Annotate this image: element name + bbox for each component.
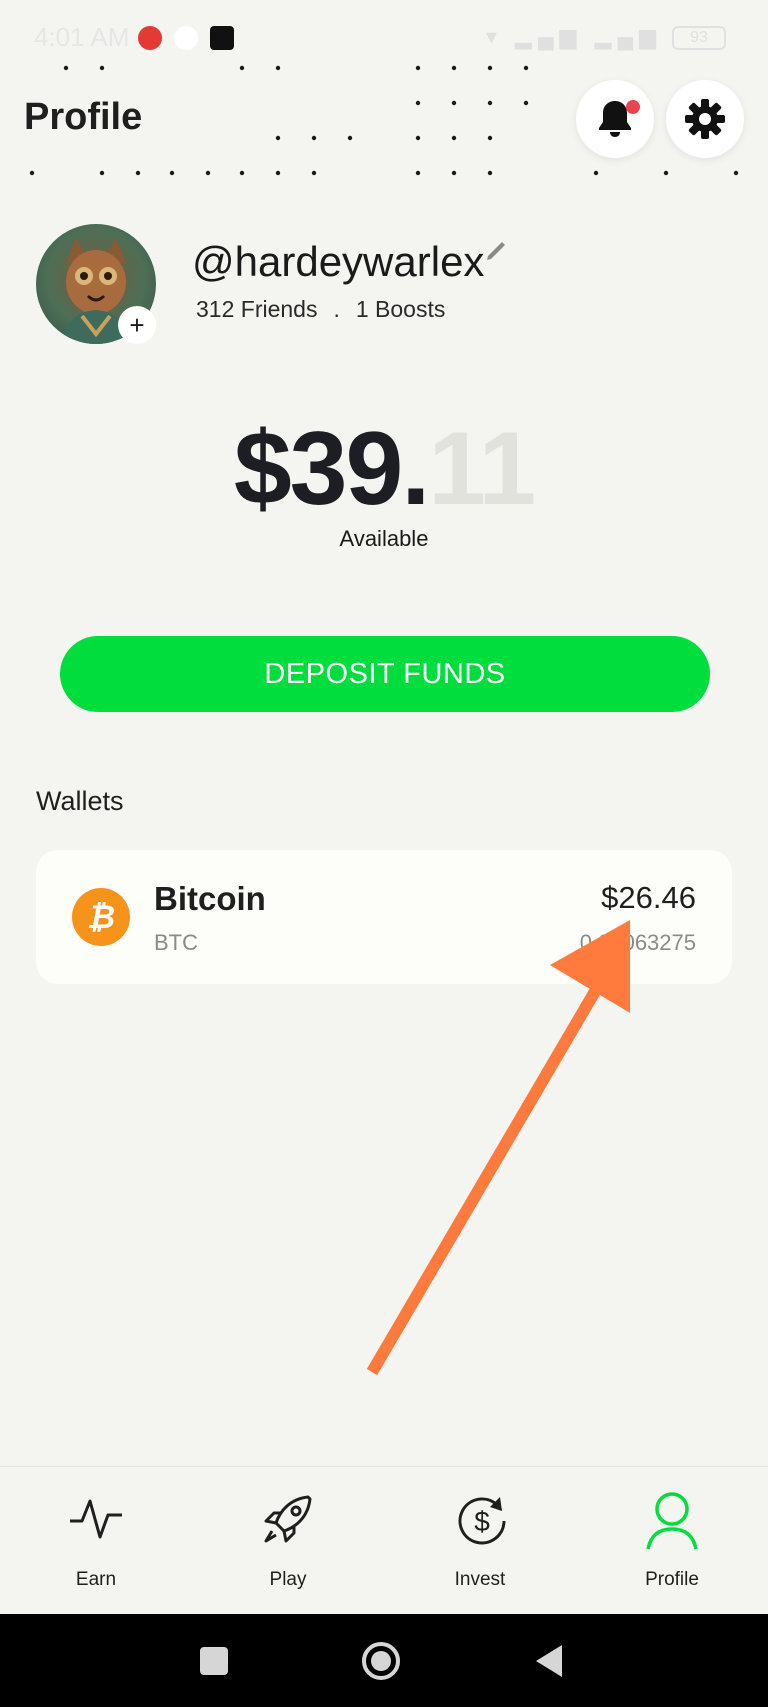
boosts-count[interactable]: 1 Boosts	[356, 296, 446, 323]
nav-play[interactable]: Play	[218, 1467, 358, 1615]
nav-label: Profile	[645, 1569, 699, 1590]
username: @hardeywarlex	[192, 238, 485, 285]
system-nav-bar	[0, 1614, 768, 1707]
activity-icon	[70, 1499, 122, 1539]
status-bar: 4:01 AM ▾ ▂▄▆ ▂▄▆ 93	[0, 0, 768, 78]
wallet-ticker: BTC	[154, 930, 198, 955]
binance-icon	[210, 26, 234, 50]
app-notification-icon	[174, 26, 198, 50]
page-title: Profile	[24, 96, 143, 138]
settings-button[interactable]	[666, 80, 744, 158]
wallet-usd-value: $26.46	[601, 880, 696, 915]
recents-icon[interactable]	[199, 1646, 229, 1676]
status-time: 4:01 AM	[34, 22, 130, 52]
signal-icons: ▾ ▂▄▆ ▂▄▆	[485, 24, 662, 49]
gear-icon	[685, 99, 725, 139]
balance-cents: 11	[428, 411, 536, 527]
rocket-icon	[264, 1495, 312, 1543]
wallet-crypto-amount: 0.00063275	[579, 930, 696, 955]
back-icon[interactable]	[534, 1644, 564, 1678]
profile-stats: 312 Friends . 1 Boosts	[196, 296, 445, 323]
app-notification-icon	[138, 26, 162, 50]
nav-label: Play	[269, 1569, 307, 1590]
svg-text:$: $	[474, 1506, 490, 1537]
dollar-cycle-icon: $	[458, 1497, 506, 1545]
notification-badge	[626, 100, 640, 114]
bitcoin-icon: ₿	[72, 888, 130, 946]
battery-icon: 93	[672, 26, 726, 50]
nav-profile[interactable]: Profile	[602, 1467, 742, 1615]
nav-label: Earn	[75, 1569, 117, 1590]
balance-amount: $39.11	[0, 410, 768, 529]
home-icon[interactable]	[361, 1641, 401, 1681]
add-avatar-button[interactable]: +	[118, 306, 156, 344]
wallets-title: Wallets	[36, 786, 124, 816]
wallet-card-bitcoin[interactable]: ₿ Bitcoin BTC $26.46 0.00063275	[36, 850, 732, 984]
wallet-name: Bitcoin	[154, 880, 266, 917]
nav-invest[interactable]: $ Invest	[410, 1467, 550, 1615]
nav-earn[interactable]: Earn	[26, 1467, 166, 1615]
user-icon	[646, 1492, 698, 1550]
balance-caption: Available	[339, 526, 429, 551]
nav-label: Invest	[454, 1569, 506, 1590]
balance-dollars: $39.	[233, 411, 430, 527]
deposit-funds-button[interactable]: DEPOSIT FUNDS	[60, 636, 710, 712]
bottom-nav: Earn Play $ Invest Profile	[0, 1466, 768, 1614]
edit-icon[interactable]	[484, 236, 510, 262]
friends-count[interactable]: 312 Friends	[196, 296, 317, 323]
stats-separator: .	[333, 296, 340, 322]
notifications-button[interactable]	[576, 80, 654, 158]
